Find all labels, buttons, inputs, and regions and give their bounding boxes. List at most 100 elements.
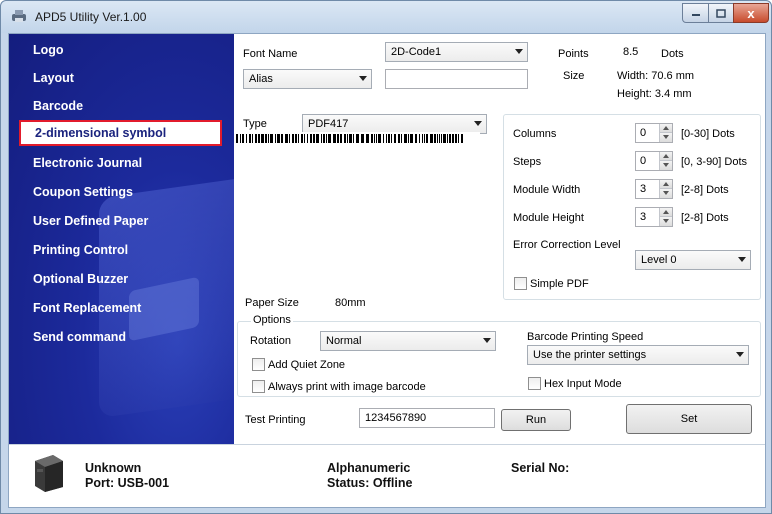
barcode-bar [292,134,294,143]
barcode-bar [388,134,390,143]
barcode-bar [295,134,297,143]
ecl-select[interactable]: Level 0 [635,250,751,270]
spin-up-icon[interactable] [659,124,672,133]
barcode-bar [383,134,384,143]
barcode-bar [316,134,319,143]
barcode-bar [408,134,409,143]
rotation-select[interactable]: Normal [320,331,496,351]
barcode-bar [443,134,446,143]
spin-down-icon[interactable] [659,189,672,198]
barcode-bar [249,134,251,143]
sidebar-item-send-command[interactable]: Send command [19,324,224,350]
quiet-zone-checkbox[interactable] [252,358,265,371]
steps-label: Steps [513,156,542,168]
sidebar-item-layout[interactable]: Layout [19,65,224,91]
sidebar-item-font-replacement[interactable]: Font Replacement [19,295,224,321]
run-button[interactable]: Run [501,409,571,431]
sidebar-item-printing-control[interactable]: Printing Control [19,237,224,263]
sidebar-item-optional-buzzer[interactable]: Optional Buzzer [19,266,224,292]
hex-input-checkbox[interactable] [528,377,541,390]
barcode-bar [386,134,387,143]
app-window: APD5 Utility Ver.1.00 x Logo Layout Barc… [0,0,772,514]
spin-up-icon[interactable] [659,180,672,189]
set-button[interactable]: Set [626,404,752,434]
simple-pdf-label: Simple PDF [530,278,589,290]
rotation-label: Rotation [250,335,291,347]
close-button[interactable]: x [733,3,769,23]
barcode-bar [452,134,454,143]
columns-spinner[interactable]: 0 [635,123,673,143]
quiet-zone-label: Add Quiet Zone [268,359,346,371]
sidebar-item-barcode[interactable]: Barcode [19,93,224,119]
maximize-icon [716,8,726,18]
barcode-bar [270,134,273,143]
module-width-label: Module Width [513,184,581,196]
barcode-bar [458,134,459,143]
minimize-icon [691,14,700,16]
barcode-bar [371,134,373,143]
barcode-bar [301,134,303,143]
barcode-bar [304,134,305,143]
parameters-group [503,114,761,300]
printer-status: Status: Offline [327,476,413,490]
minimize-button[interactable] [682,3,709,23]
main-panel: Logo Layout Barcode 2-dimensional symbol… [8,33,766,508]
type-select[interactable]: PDF417 [302,114,487,134]
sidebar-item-user-defined-paper[interactable]: User Defined Paper [19,208,224,234]
barcode-bar [434,134,436,143]
module-height-label: Module Height [513,212,584,224]
points-label: Points [558,48,589,60]
sidebar-item-2d-symbol[interactable]: 2-dimensional symbol [19,120,222,146]
sidebar-item-coupon-settings[interactable]: Coupon Settings [19,179,224,205]
module-height-range: [2-8] Dots [681,212,729,224]
alias-input[interactable] [385,69,528,89]
maximize-button[interactable] [708,3,734,23]
spin-down-icon[interactable] [659,217,672,226]
barcode-bar [439,134,440,143]
rotation-value: Normal [326,335,362,347]
test-printing-input[interactable]: 1234567890 [359,408,495,428]
module-height-spinner[interactable]: 3 [635,207,673,227]
barcode-bar [240,134,241,143]
barcode-bar [349,134,352,143]
barcode-bar [246,134,247,143]
spin-up-icon[interactable] [659,152,672,161]
module-width-spinner[interactable]: 3 [635,179,673,199]
title-bar[interactable]: APD5 Utility Ver.1.00 x [1,1,771,33]
printer-icon [12,10,26,22]
speed-label: Barcode Printing Speed [527,331,644,343]
barcode-bar [242,134,244,143]
alias-select[interactable]: Alias [243,69,372,89]
simple-pdf-checkbox[interactable] [514,277,527,290]
chevron-down-icon [483,338,491,343]
barcode-bar [307,134,308,143]
module-width-range: [2-8] Dots [681,184,729,196]
spin-down-icon[interactable] [659,161,672,170]
steps-spinner[interactable]: 0 [635,151,673,171]
sidebar-item-logo[interactable]: Logo [19,37,224,63]
window-title: APD5 Utility Ver.1.00 [35,10,147,24]
spin-down-icon[interactable] [659,133,672,142]
status-bar: Unknown Port: USB-001 Alphanumeric Statu… [9,444,765,507]
sidebar-item-electronic-journal[interactable]: Electronic Journal [19,150,224,176]
barcode-bar [361,134,364,143]
barcode-bar [340,134,342,143]
font-name-select[interactable]: 2D-Code1 [385,42,528,62]
type-label: Type [243,118,267,130]
speed-select[interactable]: Use the printer settings [527,345,749,365]
spin-up-icon[interactable] [659,208,672,217]
barcode-bar [461,134,463,143]
barcode-bar [275,134,276,143]
chevron-down-icon [515,49,523,54]
image-barcode-checkbox[interactable] [252,380,265,393]
barcode-bar [401,134,402,143]
size-label: Size [563,70,585,82]
barcode-bar [394,134,396,143]
steps-value: 0 [640,155,647,167]
barcode-preview [235,132,480,292]
barcode-bar [321,134,322,143]
close-icon: x [747,5,755,21]
barcode-bar [430,134,433,143]
font-name-value: 2D-Code1 [391,46,442,58]
printer-name: Unknown [85,461,142,475]
